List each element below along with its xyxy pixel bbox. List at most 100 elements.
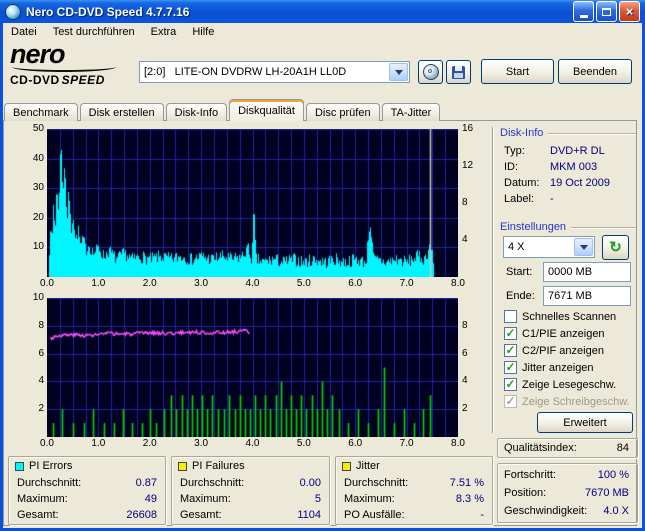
close-icon: × bbox=[625, 3, 634, 19]
checkbox-c2-pif-anzeigen[interactable]: C2/PIF anzeigen bbox=[504, 342, 636, 359]
logo-product: CD-DVD SPEED bbox=[10, 73, 130, 87]
stat-value: 49 bbox=[144, 493, 157, 505]
menu-hilfe[interactable]: Hilfe bbox=[184, 24, 222, 40]
stat-label: Durchschnitt: bbox=[344, 477, 409, 489]
quit-button[interactable]: Beenden bbox=[558, 59, 632, 84]
stat-value: - bbox=[480, 509, 484, 521]
jitter-legend-square bbox=[342, 461, 351, 471]
app-disc-icon bbox=[5, 3, 21, 20]
checkbox-box[interactable] bbox=[504, 361, 517, 374]
checkbox-c1-pie-anzeigen[interactable]: C1/PIE anzeigen bbox=[504, 325, 636, 342]
checkbox-label: Zeige Lesegeschw. bbox=[522, 378, 617, 391]
checkbox-zeige-lesegeschw[interactable]: Zeige Lesegeschw. bbox=[504, 376, 636, 393]
axis-tick-label: 8 bbox=[462, 319, 468, 331]
checkbox-label: C2/PIF anzeigen bbox=[522, 344, 604, 357]
axis-tick-label: 2 bbox=[462, 403, 468, 415]
maximize-button[interactable] bbox=[596, 1, 617, 22]
quality-index-label: Qualitätsindex: bbox=[504, 442, 577, 454]
axis-tick-label: 40 bbox=[32, 152, 44, 164]
logo-product-speed: SPEED bbox=[61, 72, 105, 87]
tab-disk-erstellen[interactable]: Disk erstellen bbox=[79, 103, 164, 121]
axis-tick-label: 3.0 bbox=[194, 438, 209, 449]
axis-tick-label: 8.0 bbox=[451, 438, 465, 449]
eject-disc-button[interactable] bbox=[418, 60, 443, 84]
pie-errors-chart: 10 20 30 40 50 4 8 12 16 0.0 1.0 2.0 3.0 4.0 5.0 6.0 7.0… bbox=[33, 123, 473, 289]
stats-row: Durchschnitt: 7.51 % bbox=[336, 475, 492, 491]
checkbox-box[interactable] bbox=[504, 344, 517, 357]
drive-select[interactable]: [2:0] LITE-ON DVDRW LH-20A1H LL0D bbox=[139, 61, 410, 83]
axis-tick-label: 0.0 bbox=[40, 278, 54, 289]
chevron-down-icon[interactable] bbox=[574, 238, 593, 256]
disk-info-title: Disk-Info bbox=[500, 127, 544, 139]
checkbox-jitter-anzeigen[interactable]: Jitter anzeigen bbox=[504, 359, 636, 376]
stat-label: Maximum: bbox=[180, 493, 231, 505]
start-position-input[interactable] bbox=[543, 262, 631, 282]
stats-row: Maximum: 49 bbox=[9, 491, 165, 507]
minimize-icon bbox=[579, 14, 588, 18]
progress-panel: Fortschritt: 100 % Position: 7670 MB Gesch… bbox=[497, 463, 638, 523]
stat-label: PO Ausfälle: bbox=[344, 509, 405, 521]
tab-diskqualitaet[interactable]: Diskqualität bbox=[229, 99, 304, 121]
label-label: Label: bbox=[504, 193, 534, 205]
datum-label: Datum: bbox=[504, 177, 540, 189]
speed-select[interactable]: 4 X bbox=[503, 236, 595, 258]
quality-index-panel: Qualitätsindex: 84 bbox=[497, 438, 638, 458]
title-bar[interactable]: Nero CD-DVD Speed 4.7.7.16 × bbox=[0, 0, 645, 23]
stat-value: 8.3 % bbox=[455, 493, 484, 505]
minimize-button[interactable] bbox=[573, 1, 594, 22]
stat-label: Maximum: bbox=[17, 493, 68, 505]
stat-value: 7.51 % bbox=[449, 477, 484, 489]
axis-tick-label: 6.0 bbox=[348, 278, 363, 289]
axis-tick-label: 7.0 bbox=[399, 278, 414, 289]
tab-ta-jitter[interactable]: TA-Jitter bbox=[381, 103, 441, 121]
axis-tick-label: 2.0 bbox=[142, 438, 157, 449]
end-position-input[interactable] bbox=[543, 286, 631, 306]
stat-label: Durchschnitt: bbox=[180, 477, 245, 489]
axis-tick-label: 8 bbox=[462, 197, 468, 208]
stats-title-text: PI Failures bbox=[192, 460, 245, 472]
axis-tick-label: 4.0 bbox=[245, 438, 260, 449]
window-controls: × bbox=[573, 1, 640, 22]
checkbox-schnelles-scannen[interactable]: Schnelles Scannen bbox=[504, 308, 636, 325]
axis-tick-label: 50 bbox=[32, 123, 44, 134]
position-label: Position: bbox=[504, 487, 547, 499]
drive-select-value: [2:0] LITE-ON DVDRW LH-20A1H LL0D bbox=[144, 66, 347, 78]
menu-test-durchfuehren[interactable]: Test durchführen bbox=[45, 24, 143, 40]
advanced-button[interactable]: Erweitert bbox=[537, 412, 633, 433]
menu-extra[interactable]: Extra bbox=[143, 24, 185, 40]
stats-title-text: PI Errors bbox=[29, 460, 73, 472]
save-button[interactable] bbox=[446, 60, 471, 84]
stats-row: Durchschnitt: 0.87 bbox=[9, 475, 165, 491]
checkbox-box[interactable] bbox=[504, 378, 517, 391]
axis-tick-label: 8 bbox=[38, 319, 44, 331]
tab-benchmark[interactable]: Benchmark bbox=[4, 103, 78, 121]
checkbox-box[interactable] bbox=[504, 310, 517, 323]
id-label: ID: bbox=[504, 161, 519, 173]
pif-legend-square bbox=[178, 461, 187, 471]
progress-row: Geschwindigkeit: 4.0 X bbox=[504, 505, 629, 517]
axis-tick-label: 30 bbox=[32, 182, 44, 194]
stat-value: 26608 bbox=[126, 509, 157, 521]
disk-info-row-typ: Typ: DVD+R DL bbox=[504, 143, 634, 159]
stats-row: Gesamt: 1104 bbox=[172, 507, 329, 523]
axis-tick-label: 4 bbox=[462, 234, 468, 245]
close-button[interactable]: × bbox=[619, 1, 640, 22]
checkbox-label: Schnelles Scannen bbox=[522, 310, 617, 323]
checkbox-box[interactable] bbox=[504, 327, 517, 340]
speed-select-value: 4 X bbox=[508, 241, 525, 253]
chevron-down-icon[interactable] bbox=[389, 63, 408, 81]
start-button[interactable]: Start bbox=[481, 59, 554, 84]
stat-label: Gesamt: bbox=[17, 509, 59, 521]
axis-tick-label: 4 bbox=[38, 375, 44, 387]
checkbox-box bbox=[504, 395, 517, 408]
axis-tick-label: 6.0 bbox=[348, 438, 363, 449]
refresh-speed-button[interactable]: ↻ bbox=[602, 235, 629, 260]
progress-row: Fortschritt: 100 % bbox=[504, 469, 629, 481]
axis-tick-label: 2 bbox=[38, 403, 44, 415]
axis-tick-label: 5.0 bbox=[296, 278, 311, 289]
id-value: MKM 003 bbox=[550, 161, 598, 173]
tab-disc-pruefen[interactable]: Disc prüfen bbox=[305, 103, 380, 121]
tab-disk-info[interactable]: Disk-Info bbox=[165, 103, 228, 121]
menu-datei[interactable]: Datei bbox=[3, 24, 45, 40]
pif-jitter-chart: 2 4 6 8 10 2 4 6 8 0.0 1.0 2.0 3.0 4.0 5.0 6.0 7.0 8.0 bbox=[33, 292, 468, 449]
